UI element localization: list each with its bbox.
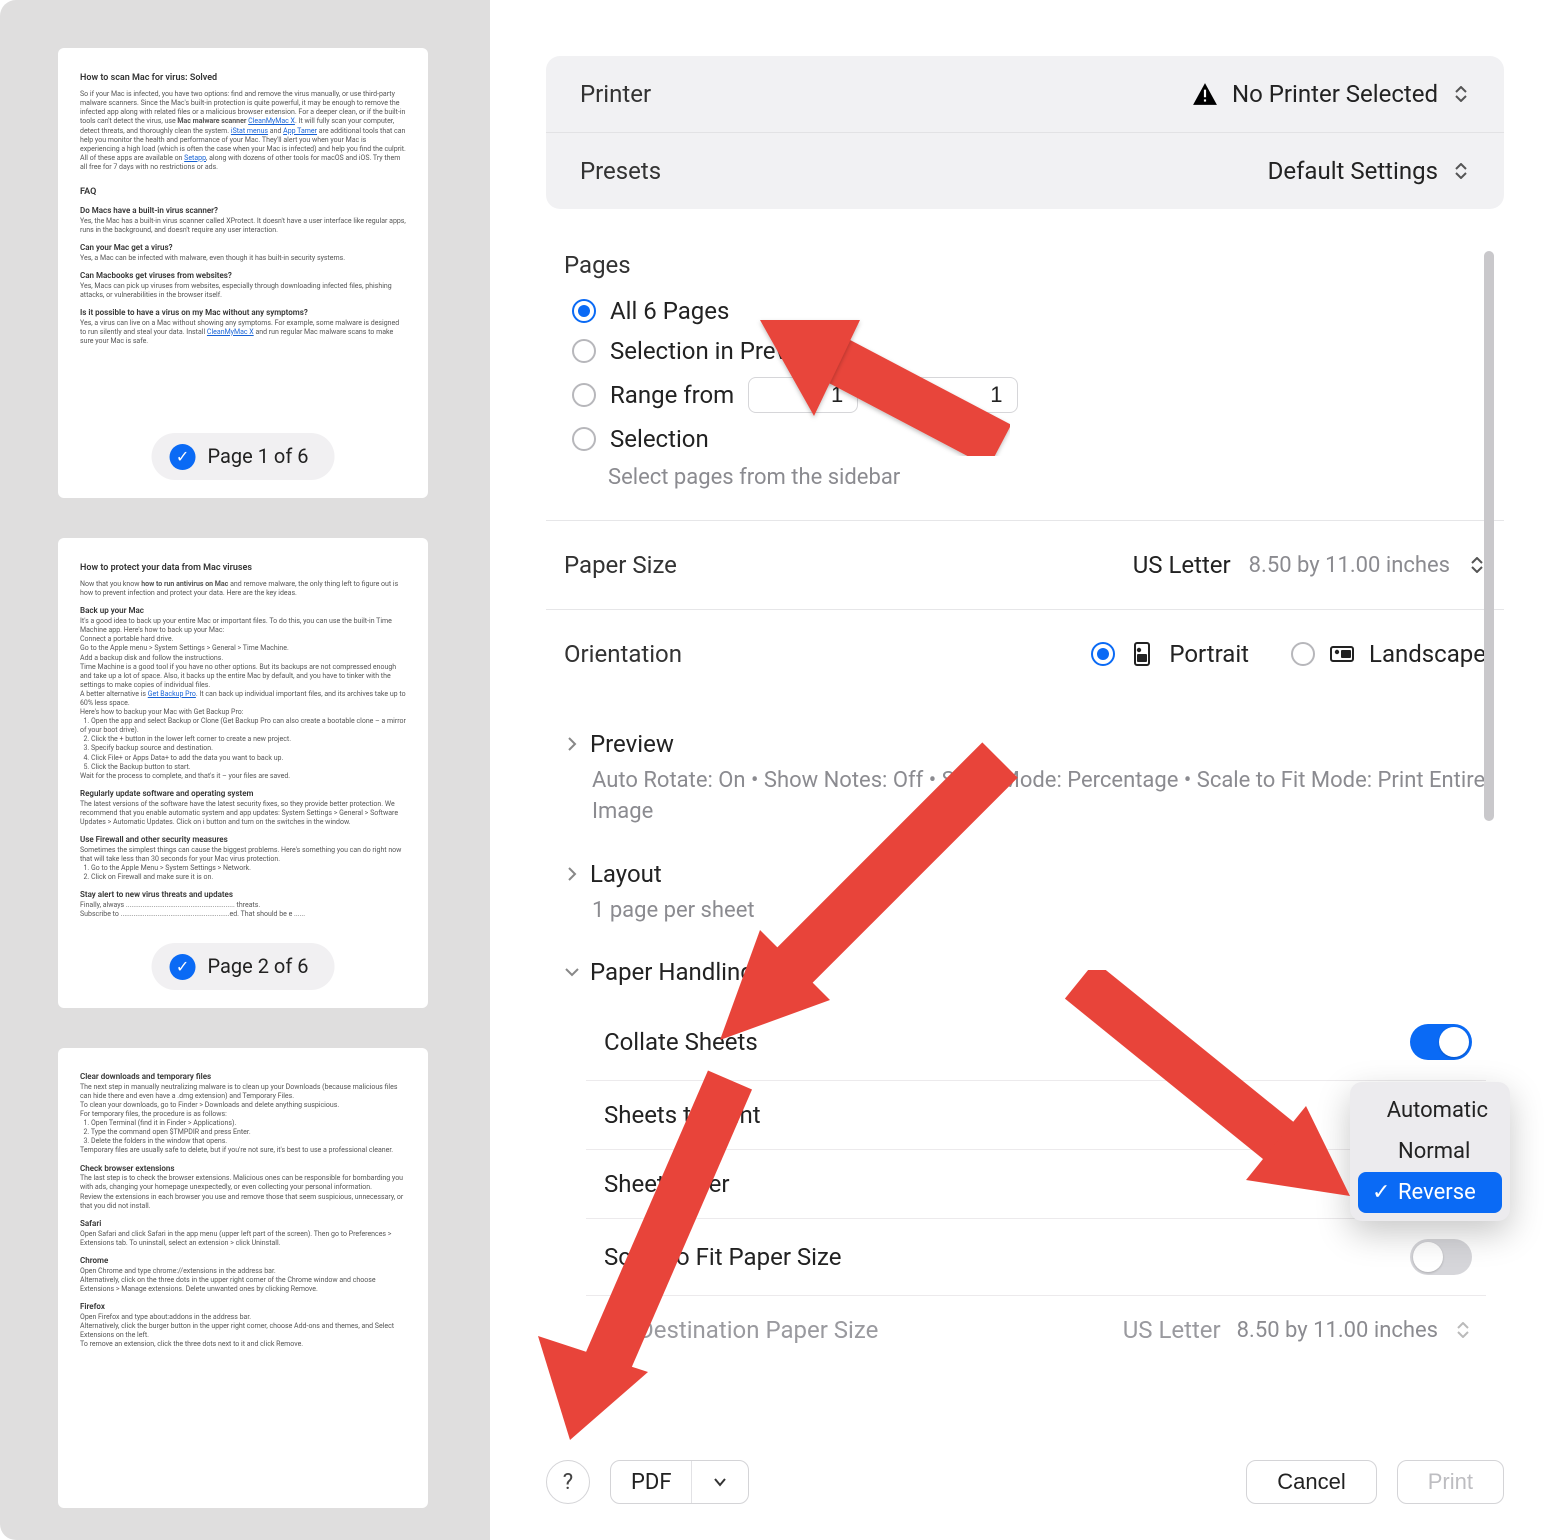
- destination-paper-size-label: Destination Paper Size: [604, 1316, 878, 1344]
- thumbnail-page-3[interactable]: Clear downloads and temporary files The …: [58, 1048, 428, 1508]
- panel-scrollbar[interactable]: [1484, 251, 1494, 821]
- print-button[interactable]: Print: [1397, 1460, 1504, 1504]
- destination-paper-size-select[interactable]: US Letter 8.50 by 11.00 inches: [1123, 1316, 1472, 1344]
- radio-icon: [572, 383, 596, 407]
- check-icon: ✓: [170, 954, 196, 980]
- paper-size-label: Paper Size: [564, 551, 677, 579]
- chevron-right-icon: [564, 736, 580, 752]
- scale-to-fit-toggle[interactable]: [1410, 1239, 1472, 1275]
- page-badge-2: ✓ Page 2 of 6: [152, 943, 335, 990]
- range-from-input[interactable]: [748, 377, 858, 413]
- faq-q4: Is it possible to have a virus on my Mac…: [80, 308, 406, 319]
- doc-body-text: So if your Mac is infected, you have two…: [80, 90, 406, 172]
- sheet-order-label: Sheet Order: [604, 1170, 730, 1198]
- stepper-icon: [1454, 1319, 1472, 1341]
- collate-label: Collate Sheets: [604, 1028, 758, 1056]
- faq-heading: FAQ: [80, 186, 406, 198]
- doc-heading: How to protect your data from Mac viruse…: [80, 562, 406, 574]
- portrait-icon: [1129, 641, 1155, 667]
- chevron-down-icon: [564, 964, 580, 980]
- sheet-order-menu[interactable]: Automatic Normal ✓Reverse: [1350, 1082, 1510, 1221]
- pages-selection-radio[interactable]: Selection: [572, 425, 1504, 453]
- presets-select[interactable]: Default Settings: [1268, 157, 1470, 185]
- pages-range-radio[interactable]: Range from to: [572, 377, 1504, 413]
- radio-icon: [572, 339, 596, 363]
- faq-q3: Can Macbooks get viruses from websites?: [80, 271, 406, 282]
- preview-section[interactable]: Preview Auto Rotate: On • Show Notes: Of…: [546, 714, 1504, 844]
- orientation-landscape-radio[interactable]: Landscape: [1291, 640, 1486, 668]
- faq-q1: Do Macs have a built-in virus scanner?: [80, 206, 406, 217]
- warning-icon: [1192, 82, 1218, 106]
- menu-item-automatic[interactable]: Automatic: [1358, 1090, 1502, 1131]
- pages-hint: Select pages from the sidebar: [608, 465, 1504, 490]
- faq-q2: Can your Mac get a virus?: [80, 243, 406, 254]
- range-to-input[interactable]: [908, 377, 1018, 413]
- layout-section[interactable]: Layout 1 page per sheet: [546, 844, 1504, 943]
- printer-label: Printer: [580, 80, 651, 108]
- menu-item-normal[interactable]: Normal: [1358, 1131, 1502, 1172]
- thumbnail-page-1[interactable]: How to scan Mac for virus: Solved So if …: [58, 48, 428, 498]
- orientation-label: Orientation: [564, 640, 682, 668]
- pdf-button[interactable]: PDF: [610, 1460, 749, 1504]
- pages-all-radio[interactable]: All 6 Pages: [572, 297, 1504, 325]
- layout-summary: 1 page per sheet: [592, 896, 1486, 927]
- scale-to-fit-label: Scale to Fit Paper Size: [604, 1243, 841, 1271]
- help-button[interactable]: ?: [546, 1460, 590, 1504]
- pages-selection-preview-radio[interactable]: Selection in Preview: [572, 337, 1504, 365]
- presets-label: Presets: [580, 157, 661, 185]
- chevron-down-icon[interactable]: [691, 1461, 748, 1503]
- orientation-portrait-radio[interactable]: Portrait: [1091, 640, 1249, 668]
- page-thumbnails-sidebar[interactable]: How to scan Mac for virus: Solved So if …: [0, 0, 490, 1540]
- page-badge-1: ✓ Page 1 of 6: [152, 433, 335, 480]
- preview-summary: Auto Rotate: On • Show Notes: Off • Scal…: [592, 766, 1486, 828]
- sheets-to-print-label: Sheets to Print: [604, 1101, 761, 1129]
- radio-icon: [572, 299, 596, 323]
- thumbnail-page-2[interactable]: How to protect your data from Mac viruse…: [58, 538, 428, 1008]
- stepper-icon: [1452, 160, 1470, 182]
- stepper-icon: [1452, 83, 1470, 105]
- print-settings-panel: Printer No Printer Selected Presets Defa…: [490, 0, 1560, 1540]
- collate-toggle[interactable]: [1410, 1024, 1472, 1060]
- pages-label: Pages: [564, 251, 1504, 279]
- chevron-right-icon: [564, 866, 580, 882]
- menu-item-reverse[interactable]: ✓Reverse: [1358, 1172, 1502, 1213]
- dialog-footer: ? PDF Cancel Print: [490, 1432, 1560, 1540]
- cancel-button[interactable]: Cancel: [1246, 1460, 1376, 1504]
- check-icon: ✓: [170, 444, 196, 470]
- printer-select[interactable]: No Printer Selected: [1192, 80, 1470, 108]
- landscape-icon: [1329, 641, 1355, 667]
- radio-icon: [572, 427, 596, 451]
- radio-icon: [1291, 642, 1315, 666]
- radio-icon: [1091, 642, 1115, 666]
- print-header-card: Printer No Printer Selected Presets Defa…: [546, 56, 1504, 209]
- doc-heading: How to scan Mac for virus: Solved: [80, 72, 406, 84]
- paper-size-select[interactable]: US Letter 8.50 by 11.00 inches: [1133, 551, 1486, 579]
